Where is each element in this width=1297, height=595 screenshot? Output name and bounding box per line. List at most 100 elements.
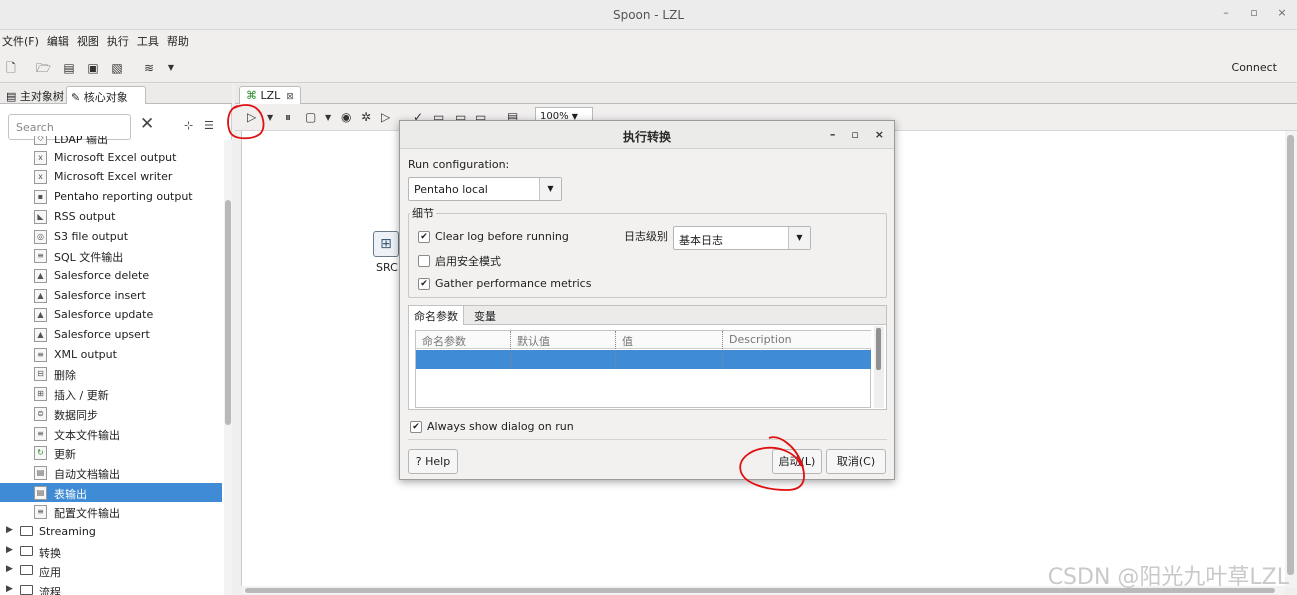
new-file-icon[interactable]: 🗋 xyxy=(4,61,18,75)
layers-icon[interactable]: ≋ xyxy=(142,61,156,75)
list-item[interactable]: x Microsoft Excel writer xyxy=(0,167,222,187)
table-row[interactable] xyxy=(416,350,871,369)
canvas-vertical-scrollbar[interactable] xyxy=(1285,131,1297,588)
clear-log-checkbox[interactable]: ✔ Clear log before running xyxy=(418,230,569,243)
run-icon[interactable]: ▷ xyxy=(247,110,256,124)
list-item[interactable]: ↻ 更新 xyxy=(0,443,222,463)
folder-streaming[interactable]: ▶ Streaming xyxy=(0,522,222,542)
gather-metrics-label: Gather performance metrics xyxy=(435,277,592,290)
tab-transformation[interactable]: ⌘ LZL ⊠ xyxy=(239,86,301,104)
maximize-button[interactable]: ▫ xyxy=(1247,6,1261,19)
menu-tools[interactable]: 工具 xyxy=(135,30,165,52)
connect-button[interactable]: Connect xyxy=(1232,61,1277,74)
explore-repository-icon[interactable]: ▤ xyxy=(62,61,76,75)
scrollbar-thumb[interactable] xyxy=(876,328,881,370)
save-icon[interactable]: ▣ xyxy=(86,61,100,75)
tab-core-objects[interactable]: ✎ 核心对象 xyxy=(66,86,146,104)
list-item[interactable]: ⊞ 插入 / 更新 xyxy=(0,384,222,404)
safe-mode-checkbox[interactable]: 启用安全模式 xyxy=(418,253,501,269)
menu-run[interactable]: 执行 xyxy=(105,30,135,52)
column-header: 值 xyxy=(622,335,633,348)
list-item[interactable]: ≡ 文本文件输出 xyxy=(0,424,222,444)
close-window-button[interactable]: × xyxy=(1275,6,1289,19)
log-level-select[interactable]: 基本日志 ▼ xyxy=(673,226,811,250)
list-item[interactable]: ≡ SQL 文件输出 xyxy=(0,246,222,266)
open-file-icon[interactable]: 🗁 xyxy=(36,61,51,75)
list-item[interactable]: ≡ XML output xyxy=(0,345,222,365)
menu-edit[interactable]: 编辑 xyxy=(45,30,75,52)
folder-transform[interactable]: ▶ 转换 xyxy=(0,542,222,562)
run-transformation-dialog: 执行转换 – ▫ × Run configuration: Pentaho lo… xyxy=(399,120,895,480)
table-scrollbar[interactable] xyxy=(874,326,884,408)
dialog-close-button[interactable]: × xyxy=(875,128,884,141)
delete-icon: ⊟ xyxy=(34,367,47,382)
pause-icon[interactable]: ⏸ xyxy=(285,110,291,125)
clear-search-icon[interactable]: ✕ xyxy=(140,114,154,134)
list-item[interactable]: ≡ 配置文件输出 xyxy=(0,502,222,522)
debug-icon[interactable]: ✲ xyxy=(361,110,371,124)
replay-icon[interactable]: ▷ xyxy=(381,110,390,124)
menu-help[interactable]: 帮助 xyxy=(165,30,195,52)
dialog-minimize-button[interactable]: – xyxy=(830,128,836,141)
column-header: Description xyxy=(729,333,792,346)
list-item[interactable]: ▲ Salesforce insert xyxy=(0,286,222,306)
list-item[interactable]: ⊜ 数据同步 xyxy=(0,404,222,424)
list-view-icon[interactable]: ☰ xyxy=(204,119,214,132)
column-header: 命名参数 xyxy=(422,335,466,348)
run-config-select[interactable]: Pentaho local ▼ xyxy=(408,177,562,201)
list-item[interactable]: ◣ RSS output xyxy=(0,207,222,227)
folder-application[interactable]: ▶ 应用 xyxy=(0,561,222,581)
folder-icon xyxy=(20,545,33,556)
dialog-titlebar: 执行转换 – ▫ × xyxy=(400,121,894,149)
gather-metrics-checkbox[interactable]: ✔ Gather performance metrics xyxy=(418,277,591,290)
sql-file-output-icon: ≡ xyxy=(34,249,47,264)
list-item[interactable]: ▪ Pentaho reporting output xyxy=(0,187,222,207)
step-tree: ◇ LDAP 输出 x Microsoft Excel output x Micros… xyxy=(0,136,222,595)
details-group-title: 细节 xyxy=(410,205,436,221)
table-input-step-icon[interactable]: ⊞ xyxy=(373,231,399,257)
start-button[interactable]: 启动(L) xyxy=(772,449,822,474)
list-item[interactable]: ▲ Salesforce upsert xyxy=(0,325,222,345)
stop-options-icon[interactable]: ▼ xyxy=(325,113,331,122)
list-item[interactable]: ◇ LDAP 输出 xyxy=(0,136,222,148)
menu-view[interactable]: 视图 xyxy=(75,30,105,52)
collapse-all-icon[interactable]: ⊹ xyxy=(184,119,193,132)
list-item[interactable]: ▤ 表输出 xyxy=(0,482,222,503)
text-file-output-icon: ≡ xyxy=(34,426,47,441)
tab-main-tree[interactable]: ▤ 主对象树 xyxy=(2,86,68,104)
scrollbar-thumb[interactable] xyxy=(225,200,231,425)
folder-icon xyxy=(20,526,33,536)
minimize-button[interactable]: – xyxy=(1219,6,1233,19)
run-options-icon[interactable]: ▼ xyxy=(267,113,273,122)
editor-tabbar: ⌘ LZL ⊠ xyxy=(235,84,1297,104)
clear-log-label: Clear log before running xyxy=(435,230,569,243)
list-item[interactable]: ⊟ 删除 xyxy=(0,364,222,384)
dialog-maximize-button[interactable]: ▫ xyxy=(851,128,858,141)
help-button[interactable]: ? Help xyxy=(408,449,458,474)
run-config-value: Pentaho local xyxy=(414,183,488,196)
tab-variables[interactable]: 变量 xyxy=(469,306,501,325)
column-divider xyxy=(722,331,723,369)
menu-file[interactable]: 文件(F) xyxy=(0,30,45,52)
close-tab-icon[interactable]: ⊠ xyxy=(286,92,294,102)
stop-icon[interactable]: ▢ xyxy=(305,110,316,124)
preview-icon[interactable]: ◉ xyxy=(341,110,351,124)
scrollbar-thumb[interactable] xyxy=(1287,135,1294,575)
run-config-label: Run configuration: xyxy=(408,158,510,171)
save-as-icon[interactable]: ▧ xyxy=(110,61,124,75)
always-show-checkbox[interactable]: ✔ Always show dialog on run xyxy=(410,420,574,433)
parameters-tabbox: 命名参数 变量 命名参数 默认值 值 Description xyxy=(408,305,887,410)
list-item[interactable]: x Microsoft Excel output xyxy=(0,148,222,168)
list-item[interactable]: ▲ Salesforce update xyxy=(0,305,222,325)
cancel-button[interactable]: 取消(C) xyxy=(826,449,886,474)
left-scrollbar[interactable] xyxy=(224,140,232,595)
chevron-down-icon[interactable]: ▼ xyxy=(164,61,178,75)
list-item[interactable]: ◎ S3 file output xyxy=(0,227,222,247)
folder-flow[interactable]: ▶ 流程 xyxy=(0,581,222,595)
menubar: 文件(F) 编辑 视图 执行 工具 帮助 xyxy=(0,30,1297,52)
tab-main-tree-label: 主对象树 xyxy=(19,90,64,103)
tab-named-params[interactable]: 命名参数 xyxy=(409,306,464,325)
list-item[interactable]: ▲ Salesforce delete xyxy=(0,266,222,286)
list-item[interactable]: ▤ 自动文档输出 xyxy=(0,463,222,483)
chevron-right-icon: ▶ xyxy=(6,544,13,555)
